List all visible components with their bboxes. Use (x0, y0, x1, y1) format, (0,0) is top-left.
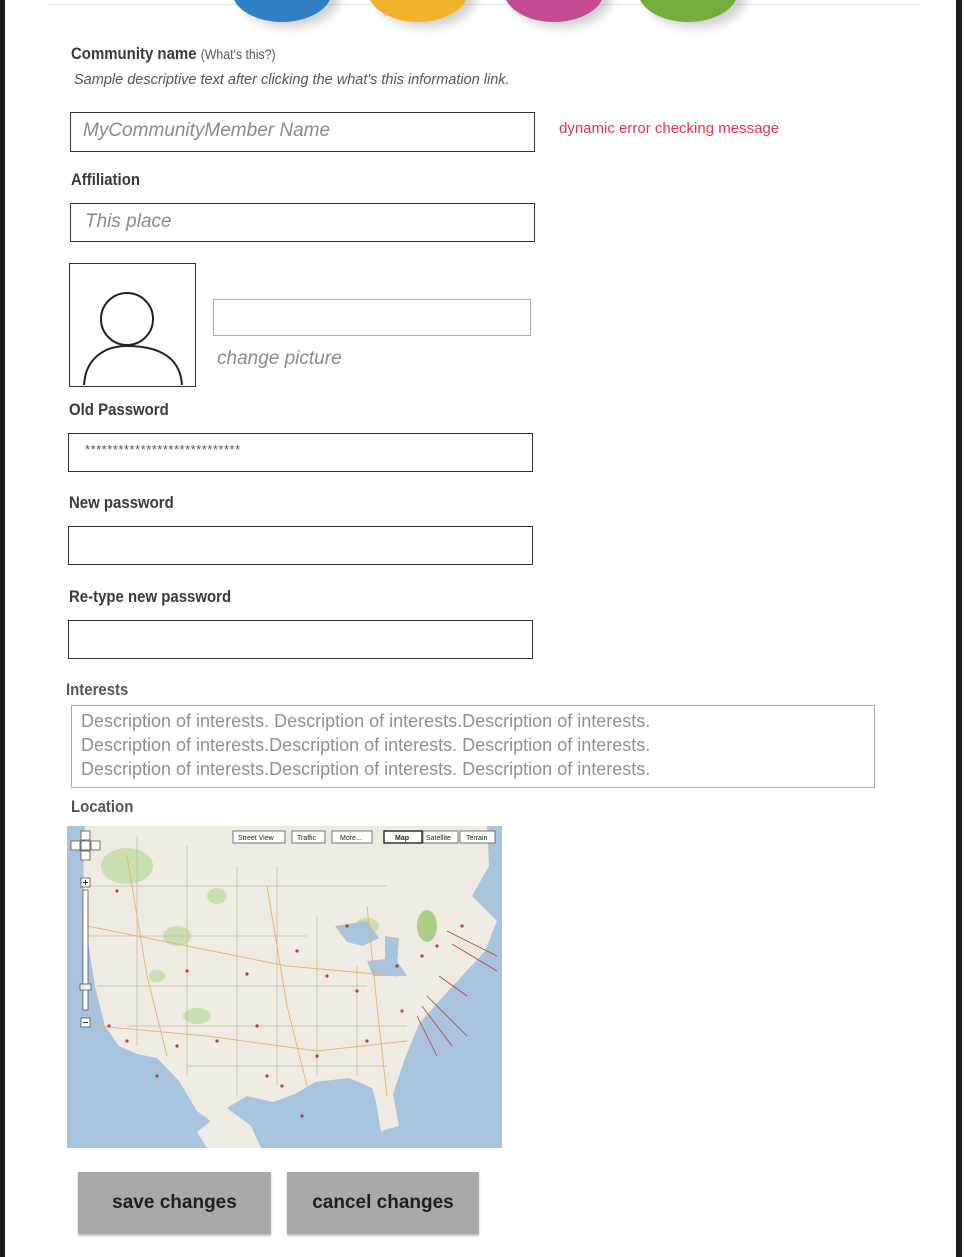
zoom-slider-handle[interactable] (79, 983, 92, 991)
avatar[interactable] (69, 263, 196, 387)
pan-left-icon[interactable] (70, 840, 81, 851)
affiliation-label: Affiliation (71, 170, 140, 189)
retype-password-field[interactable] (68, 620, 533, 659)
pan-up-icon[interactable] (80, 830, 91, 841)
new-password-field[interactable] (68, 526, 533, 565)
interests-line-1: Description of interests. Description of… (81, 711, 651, 731)
cancel-changes-button[interactable]: cancel changes (287, 1172, 479, 1234)
old-password-value: **************************** (85, 442, 241, 457)
affiliation-placeholder: This place (85, 211, 172, 232)
nav-dot-green[interactable] (638, 0, 738, 22)
map-label: Map (395, 835, 409, 842)
community-name-label: Community name (What's this?) (71, 44, 276, 64)
person-icon (83, 292, 183, 386)
affiliation-field[interactable]: This place (70, 203, 535, 242)
traffic-label: Traffic (297, 835, 317, 842)
terrain-label: Terrain (466, 835, 488, 842)
street-view-label: Street View (238, 835, 275, 842)
whats-this-link[interactable]: (What's this?) (201, 46, 276, 62)
frame-right-border (956, 0, 962, 1257)
community-name-placeholder: MyCommunityMember Name (83, 120, 331, 141)
save-changes-button[interactable]: save changes (78, 1172, 271, 1234)
pan-right-icon[interactable] (90, 840, 101, 851)
old-password-label: Old Password (69, 400, 169, 419)
old-password-field[interactable]: **************************** (68, 433, 533, 472)
interests-line-3: Description of interests.Description of … (81, 759, 651, 779)
interests-line-2: Description of interests.Description of … (81, 735, 651, 755)
interests-textarea[interactable]: Description of interests. Description of… (71, 705, 875, 788)
community-name-label-text: Community name (71, 44, 197, 63)
more-label: More... (340, 835, 362, 842)
pan-down-icon[interactable] (80, 850, 91, 861)
nav-dot-magenta[interactable] (504, 0, 604, 22)
change-picture-link[interactable]: change picture (217, 348, 342, 370)
error-message: dynamic error checking message (559, 120, 780, 137)
nav-dot-blue[interactable] (232, 0, 332, 22)
pan-center-icon[interactable] (80, 840, 91, 851)
satellite-label: Satellite (426, 835, 451, 842)
location-map[interactable]: Street View Traffic More... Map Satellit… (67, 826, 502, 1148)
header-strip (48, 0, 920, 5)
community-name-helper: Sample descriptive text after clicking t… (74, 72, 510, 88)
zoom-slider[interactable] (82, 889, 89, 1011)
new-password-label: New password (69, 493, 174, 512)
location-label: Location (71, 797, 134, 816)
retype-password-label: Re-type new password (69, 587, 232, 606)
picture-path-field[interactable] (213, 299, 531, 336)
interests-label: Interests (66, 680, 129, 699)
community-name-field[interactable]: MyCommunityMember Name (70, 112, 535, 152)
nav-dot-orange[interactable] (368, 0, 468, 22)
frame-left-border (0, 0, 5, 1257)
